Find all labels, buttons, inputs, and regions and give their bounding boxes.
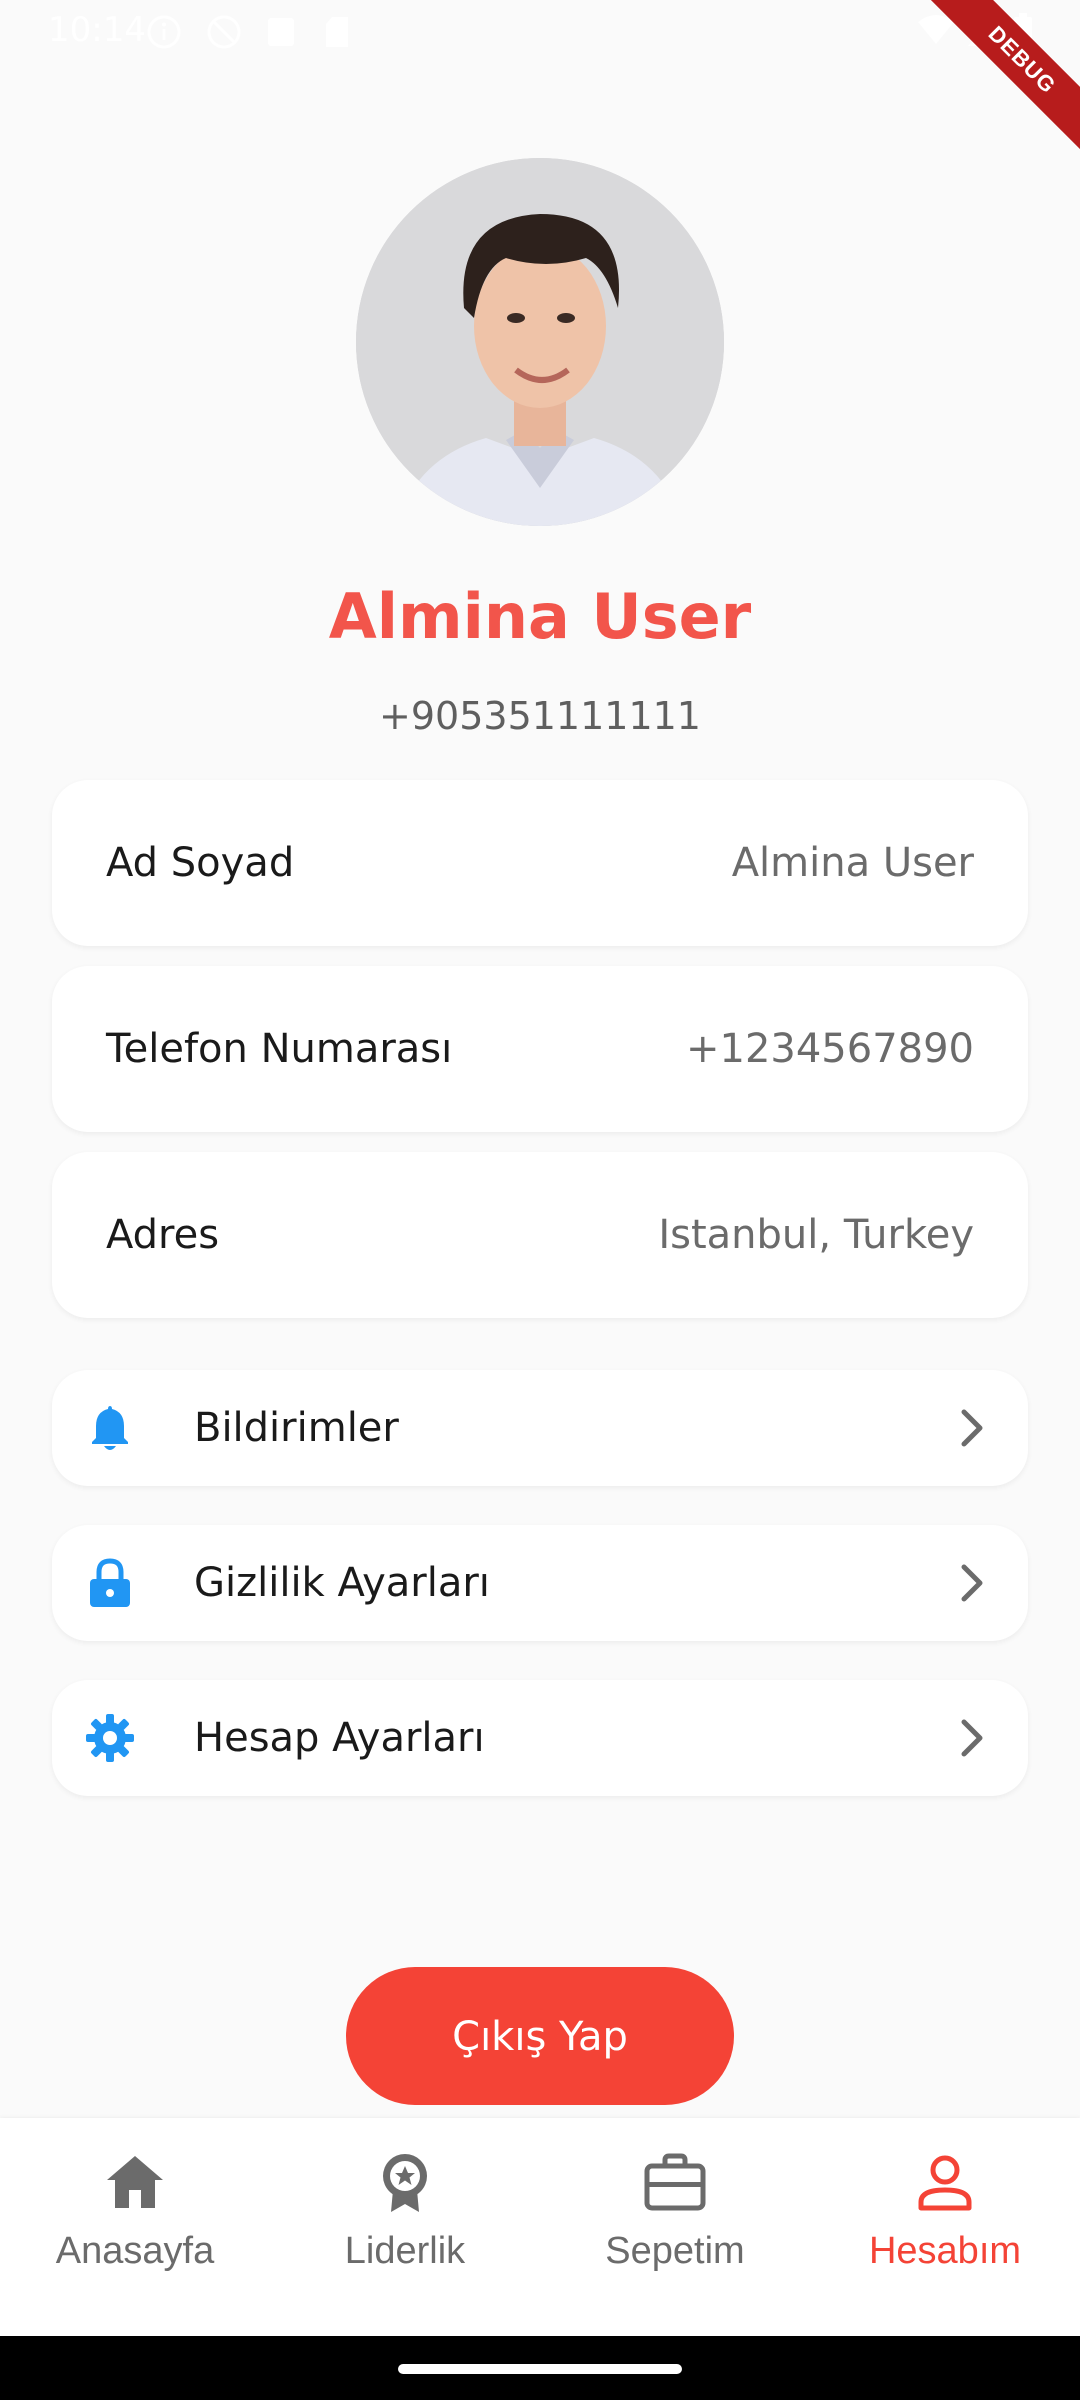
lock-icon [90,1558,130,1607]
menu-label: Hesap Ayarları [194,1715,485,1761]
status-time: 10:14 [48,10,146,50]
chevron-right-icon [961,1564,983,1602]
chevron-right-icon [961,1719,983,1757]
logout-button[interactable]: Çıkış Yap [346,1967,734,2105]
home-icon [107,2156,163,2208]
info-card-phone: Telefon Numarası +1234567890 [52,966,1028,1132]
info-card-name: Ad Soyad Almina User [52,780,1028,946]
menu-item-notifications[interactable]: Bildirimler [52,1370,1028,1486]
chevron-right-icon [961,1409,983,1447]
info-label: Adres [106,1212,220,1258]
info-label: Ad Soyad [106,840,295,886]
award-icon [383,2154,427,2212]
nav-item-cart[interactable]: Sepetim [540,2118,810,2336]
home-indicator[interactable] [398,2364,682,2374]
profile-name: Almina User [328,580,752,653]
menu-label: Bildirimler [194,1405,399,1451]
nav-item-leaderboard[interactable]: Liderlik [270,2118,540,2336]
info-icon [147,15,181,49]
person-icon [918,2155,972,2211]
nav-label: Hesabım [868,2230,1022,2272]
nav-item-account[interactable]: Hesabım [810,2118,1080,2336]
info-label: Telefon Numarası [106,1026,453,1072]
avatar-photo [356,158,724,526]
info-value: Istanbul, Turkey [658,1212,974,1258]
nav-label: Liderlik [344,2230,466,2272]
bell-icon [92,1406,128,1450]
sd-card-icon [326,17,348,47]
nav-item-home[interactable]: Anasayfa [0,2118,270,2336]
menu-item-account-settings[interactable]: Hesap Ayarları [52,1680,1028,1796]
avatar[interactable] [356,158,724,526]
nav-label: Anasayfa [55,2230,215,2272]
status-bar: 10:14 [0,0,1080,64]
system-nav-bar [0,2336,1080,2400]
do-not-disturb-icon [207,15,241,49]
bottom-nav: Anasayfa Liderlik Sepetim Hesabım [0,2118,1080,2336]
gear-icon [86,1714,134,1762]
info-value: Almina User [731,840,974,886]
nav-label: Sepetim [605,2230,745,2272]
menu-item-privacy[interactable]: Gizlilik Ayarları [52,1525,1028,1641]
info-card-address: Adres Istanbul, Turkey [52,1152,1028,1318]
info-value: +1234567890 [685,1026,974,1072]
profile-phone: +905351111111 [379,694,701,738]
menu-label: Gizlilik Ayarları [194,1560,490,1606]
briefcase-icon [644,2153,706,2211]
notification-app-icon [268,18,294,46]
